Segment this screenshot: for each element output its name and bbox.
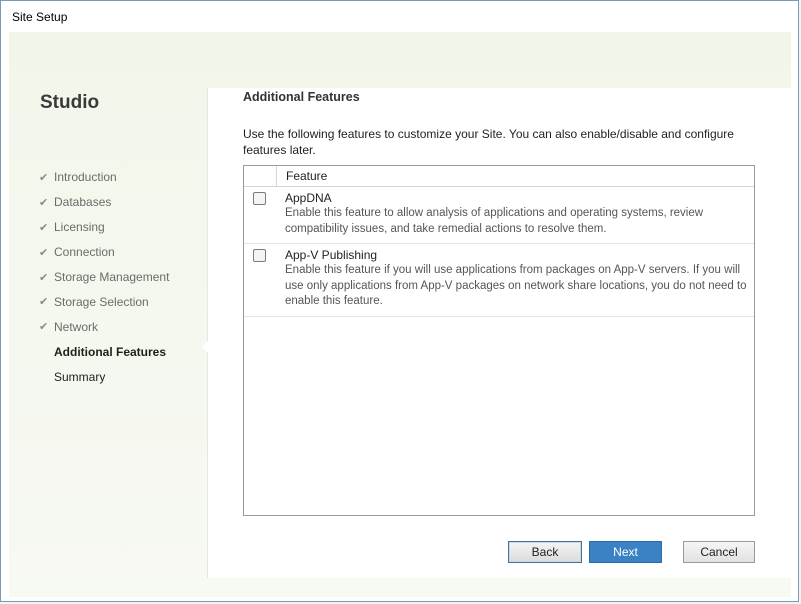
cancel-button[interactable]: Cancel xyxy=(683,541,755,563)
page-heading: Additional Features xyxy=(243,90,360,104)
next-button[interactable]: Next xyxy=(589,541,662,563)
check-icon: ✔ xyxy=(39,271,49,284)
appdna-checkbox[interactable] xyxy=(253,192,266,205)
wizard-steps: ✔ Introduction ✔ Databases ✔ Licensing ✔… xyxy=(39,165,169,389)
features-table: Feature AppDNA Enable this feature to al… xyxy=(243,165,755,516)
step-label: Databases xyxy=(54,195,112,210)
dialog-body: Studio ✔ Introduction ✔ Databases ✔ Lice… xyxy=(9,32,792,597)
back-button[interactable]: Back xyxy=(508,541,582,563)
step-label: Licensing xyxy=(54,220,105,235)
step-label: Network xyxy=(54,319,99,334)
table-header: Feature xyxy=(244,166,754,187)
check-icon: ✔ xyxy=(39,321,49,334)
table-row[interactable]: AppDNA Enable this feature to allow anal… xyxy=(244,187,754,244)
feature-description: Enable this feature if you will use appl… xyxy=(285,264,747,307)
step-storage-management: ✔ Storage Management xyxy=(39,265,169,290)
wizard-sidebar: Studio ✔ Introduction ✔ Databases ✔ Lice… xyxy=(9,32,207,597)
step-label: Additional Features xyxy=(54,344,167,359)
step-introduction: ✔ Introduction xyxy=(39,165,169,190)
check-icon: ✔ xyxy=(39,296,49,309)
active-step-pointer xyxy=(202,341,208,353)
step-connection: ✔ Connection xyxy=(39,240,169,265)
step-storage-selection: ✔ Storage Selection xyxy=(39,289,169,314)
site-setup-dialog: Site Setup Studio ✔ Introduction ✔ Datab… xyxy=(0,0,799,602)
step-databases: ✔ Databases xyxy=(39,190,169,215)
window-title: Site Setup xyxy=(12,9,68,24)
feature-description: Enable this feature to allow analysis of… xyxy=(285,207,704,235)
page-description: Use the following features to customize … xyxy=(243,127,734,157)
check-icon: ✔ xyxy=(39,246,49,259)
step-label: Storage Management xyxy=(54,270,170,284)
title-bar[interactable]: Site Setup xyxy=(1,1,798,32)
feature-column-header[interactable]: Feature xyxy=(277,166,327,186)
step-additional-features: Additional Features xyxy=(39,339,169,364)
step-licensing: ✔ Licensing xyxy=(39,215,169,240)
step-label: Introduction xyxy=(54,170,117,185)
feature-name: App-V Publishing xyxy=(285,248,378,262)
studio-title: Studio xyxy=(40,92,100,113)
check-icon: ✔ xyxy=(39,196,49,209)
step-network: ✔ Network xyxy=(39,314,169,339)
appv-publishing-checkbox[interactable] xyxy=(253,249,266,262)
step-summary: Summary xyxy=(39,364,169,389)
step-label: Storage Selection xyxy=(54,294,149,309)
check-icon: ✔ xyxy=(39,171,49,184)
table-row[interactable]: App-V Publishing Enable this feature if … xyxy=(244,244,754,317)
step-label: Summary xyxy=(54,369,106,384)
step-label: Connection xyxy=(54,245,115,260)
feature-name: AppDNA xyxy=(285,191,332,205)
checkbox-column-header xyxy=(244,166,277,186)
check-icon: ✔ xyxy=(39,221,49,234)
